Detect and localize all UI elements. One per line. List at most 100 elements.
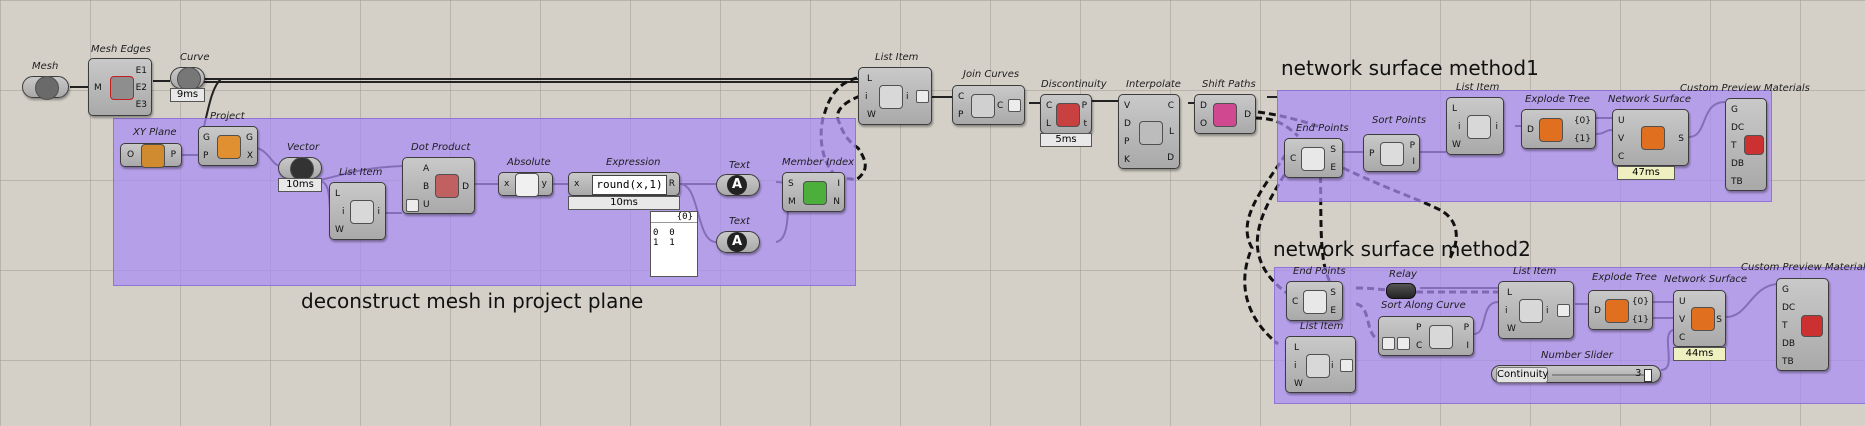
panel[interactable]: {0} 0 0 1 1 <box>650 211 698 277</box>
vector-title: Vector <box>287 142 320 153</box>
mesh-title: Mesh <box>32 61 59 72</box>
preserve-toggle-icon[interactable] <box>1008 99 1021 112</box>
list-item-top-title: List Item <box>875 52 919 63</box>
list-item-1-component[interactable]: L i W i <box>329 182 386 240</box>
end-points-icon <box>1303 290 1327 314</box>
wrap-toggle-icon[interactable] <box>1340 359 1353 372</box>
list-item-icon <box>1306 354 1330 378</box>
network-surface-1-component[interactable]: U V C S <box>1612 109 1689 166</box>
custom-preview-1-component[interactable]: G DC T DB TB <box>1725 98 1767 191</box>
port-S: S <box>1330 288 1336 298</box>
mesh-param[interactable] <box>22 76 69 100</box>
explode-tree-1-component[interactable]: D {0} {1} <box>1521 109 1596 149</box>
member-index-title: Member Index <box>782 157 855 168</box>
end-points-2-component[interactable]: C S E <box>1286 281 1343 321</box>
text-icon: A <box>727 232 747 252</box>
sort-points-component[interactable]: P P I <box>1363 134 1420 172</box>
port-D-in: D <box>1200 101 1207 111</box>
network-surface-2-component[interactable]: U V C S <box>1673 290 1726 347</box>
port-R: R <box>668 179 675 189</box>
text-1-title: Text <box>729 160 750 171</box>
mesh-edges-icon <box>110 76 134 100</box>
port-P: P <box>170 150 176 160</box>
port-P: P <box>1081 101 1087 111</box>
port-S: S <box>1716 315 1722 325</box>
port-A: A <box>423 164 430 174</box>
explode-tree-1-title: Explode Tree <box>1525 94 1590 105</box>
port-D-out: D <box>1244 110 1251 120</box>
project-component[interactable]: G P G X <box>198 126 258 166</box>
port-C: C <box>1046 101 1053 111</box>
discontinuity-component[interactable]: C L P t <box>1040 94 1092 134</box>
port-P-out: P <box>1463 323 1469 333</box>
port-L: L <box>867 74 873 84</box>
port-C-in: C <box>1416 341 1423 351</box>
port-T: T <box>1782 321 1788 331</box>
dot-product-icon <box>435 174 459 198</box>
xy-plane-component[interactable]: O P <box>120 143 182 168</box>
interpolate-component[interactable]: V D P K C L D <box>1118 94 1180 169</box>
port-L: L <box>335 189 341 199</box>
vector-param[interactable] <box>278 157 322 181</box>
wrap-toggle-icon[interactable] <box>1557 304 1570 317</box>
port-x: x <box>504 179 510 189</box>
list-item-m2a-component[interactable]: L i W i <box>1498 281 1574 339</box>
list-item-m2b-component[interactable]: L i W i <box>1285 336 1356 393</box>
unitize-flag-icon[interactable] <box>406 199 419 212</box>
port-DB: DB <box>1731 159 1745 169</box>
port-C: C <box>1679 333 1686 343</box>
port-C-out: C <box>1167 101 1174 111</box>
network-surface-1-timer: 47ms <box>1617 166 1675 180</box>
port-G-out: G <box>246 133 253 143</box>
sort-along-curve-title: Sort Along Curve <box>1381 300 1466 311</box>
number-slider-component[interactable]: Continuity 3 <box>1491 365 1661 383</box>
expression-title: Expression <box>606 157 661 168</box>
dot-product-component[interactable]: A B U D <box>402 157 475 214</box>
mesh-edges-component[interactable]: M E1 E2 E3 <box>88 58 152 116</box>
port-P-in: P <box>1369 149 1375 159</box>
port-P-in: P <box>1416 323 1422 333</box>
port-C-out: C <box>997 101 1004 111</box>
text-2-param[interactable]: A <box>716 231 760 253</box>
absolute-component[interactable]: x y <box>498 172 553 197</box>
port-S: S <box>788 179 794 189</box>
network-surface-1-title: Network Surface <box>1608 94 1692 105</box>
port-W: W <box>1294 379 1303 389</box>
port-P-in: P <box>203 151 209 161</box>
network-surface-icon <box>1641 126 1665 150</box>
member-index-component[interactable]: S M I N <box>782 172 845 212</box>
slider-handle[interactable] <box>1644 369 1652 382</box>
port-G: G <box>1731 105 1738 115</box>
text-2-title: Text <box>729 216 750 227</box>
graft-flag-icon[interactable] <box>1397 337 1410 350</box>
reverse-flag-icon[interactable] <box>1382 337 1395 350</box>
list-item-m2b-title: List Item <box>1300 321 1344 332</box>
sort-along-curve-component[interactable]: P C P I <box>1378 316 1474 356</box>
end-points-1-component[interactable]: C S E <box>1284 138 1343 178</box>
port-N: N <box>833 197 840 207</box>
custom-preview-2-component[interactable]: G DC T DB TB <box>1776 278 1829 371</box>
text-1-param[interactable]: A <box>716 174 760 196</box>
port-U: U <box>1679 297 1686 307</box>
join-curves-component[interactable]: C P C <box>952 85 1025 125</box>
explode-tree-2-component[interactable]: D {0} {1} <box>1588 290 1653 330</box>
port-W: W <box>867 110 876 120</box>
curve-param[interactable] <box>170 67 205 91</box>
text-icon: A <box>727 175 747 195</box>
port-branch-0: {0} <box>1573 116 1591 126</box>
expression-formula[interactable]: round(x,1) <box>592 175 667 195</box>
port-G: G <box>1782 285 1789 295</box>
relay-node[interactable] <box>1386 283 1416 299</box>
shift-paths-component[interactable]: D O D <box>1194 94 1256 134</box>
port-C: C <box>1290 154 1297 164</box>
list-item-m1-component[interactable]: L i W i <box>1446 97 1504 155</box>
port-C-in: C <box>958 92 965 102</box>
discontinuity-icon <box>1056 103 1080 127</box>
sort-points-icon <box>1380 142 1404 166</box>
list-item-top-component[interactable]: L i W i <box>858 67 932 125</box>
wrap-toggle-icon[interactable] <box>916 90 929 103</box>
expression-component[interactable]: x round(x,1) R <box>568 172 680 196</box>
grasshopper-canvas[interactable]: deconstruct mesh in project plane networ… <box>0 0 1865 426</box>
network-surface-icon <box>1691 307 1715 331</box>
slider-track[interactable] <box>1552 374 1647 376</box>
